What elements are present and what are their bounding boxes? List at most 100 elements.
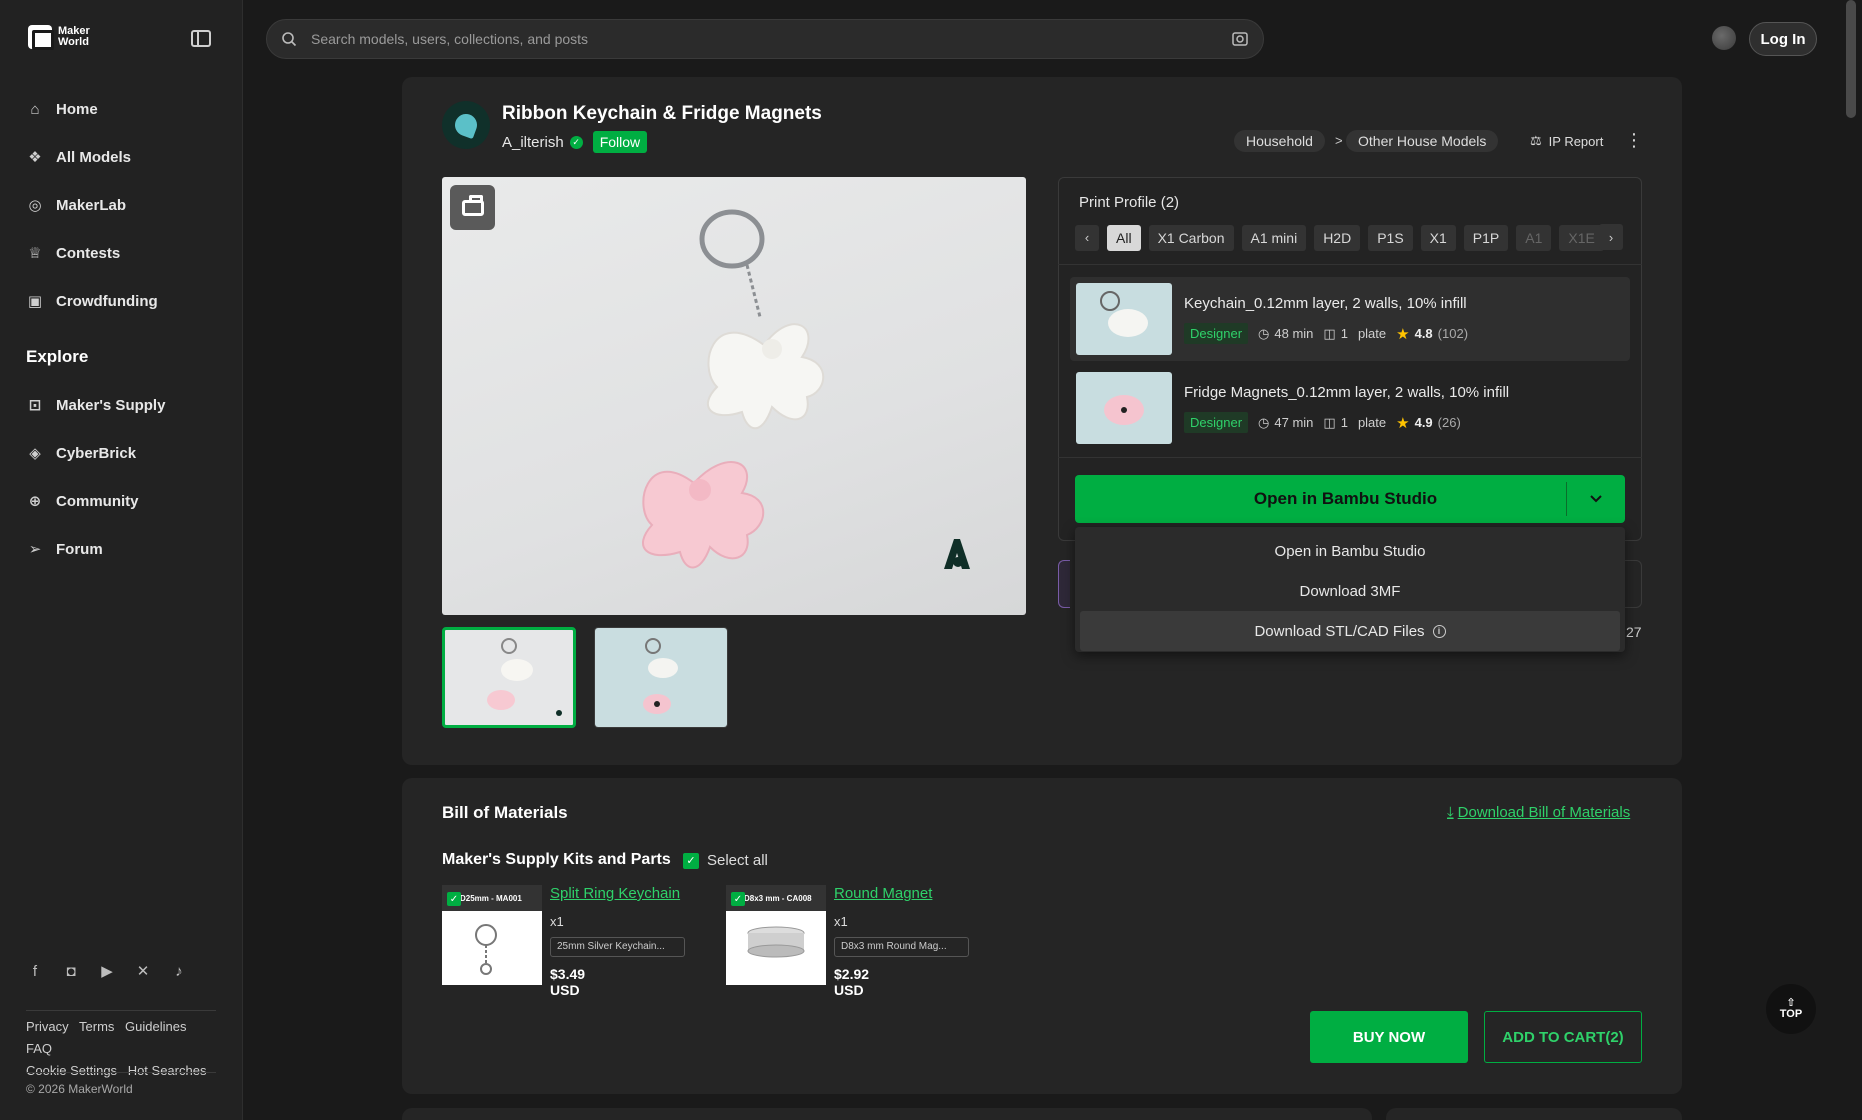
footer-link-guidelines[interactable]: Guidelines [125, 1019, 186, 1034]
trophy-icon: ♕ [28, 245, 42, 262]
designer-badge: Designer [1184, 412, 1249, 433]
page-scrollbar[interactable] [1846, 0, 1856, 118]
filter-chip-p1p[interactable]: P1P [1463, 224, 1509, 251]
makerworld-logo[interactable]: Maker World [28, 25, 98, 50]
partially-hidden-count: 27 [1626, 624, 1642, 640]
sidebar-item-home[interactable]: ⌂ Home [26, 89, 226, 129]
download-bom-link[interactable]: ⤓ Download Bill of Materials [1447, 804, 1630, 821]
dropdown-item-download-stl-cad[interactable]: Download STL/CAD Files i [1080, 611, 1620, 651]
plate-count-value: 1 [1340, 326, 1348, 341]
footer-link-privacy[interactable]: Privacy [26, 1019, 69, 1034]
filter-chip-h2d[interactable]: H2D [1314, 224, 1361, 251]
plate-count: ◫ 1 [1323, 326, 1348, 342]
author-avatar[interactable] [442, 101, 490, 149]
filter-chip-a1-mini[interactable]: A1 mini [1241, 224, 1307, 251]
model-main-image[interactable] [442, 177, 1026, 615]
sidebar-toggle-icon[interactable] [191, 30, 211, 47]
kit-option-select[interactable]: D8x3 mm Round Mag... [834, 937, 969, 957]
sidebar-item-crowdfunding[interactable]: ▣ Crowdfunding [26, 281, 226, 321]
add-to-cart-button[interactable]: ADD TO CART(2) [1484, 1011, 1642, 1063]
follow-button[interactable]: Follow [592, 131, 648, 153]
sidebar-item-cyberbrick[interactable]: ◈ CyberBrick [26, 433, 226, 473]
sidebar-item-label: Crowdfunding [56, 292, 158, 310]
profile-thumbnail-image [1076, 283, 1172, 355]
kit-image[interactable]: D25mm - MA001 ✓ [442, 885, 542, 985]
x-icon[interactable]: ✕ [134, 962, 152, 980]
search-input[interactable] [311, 31, 1217, 47]
filter-scroll-right-icon[interactable]: › [1599, 224, 1623, 250]
kit-price: $2.92 USD [834, 966, 870, 998]
sidebar-item-all-models[interactable]: ❖ All Models [26, 137, 226, 177]
profile-item-keychain[interactable]: Keychain_0.12mm layer, 2 walls, 10% infi… [1070, 277, 1630, 361]
designer-watermark-icon [944, 539, 970, 569]
dropdown-item-open-in-bambu-studio[interactable]: Open in Bambu Studio [1080, 531, 1620, 571]
back-to-top-button[interactable]: ⇧ TOP [1766, 984, 1816, 1034]
kit-name-link[interactable]: Split Ring Keychain [550, 885, 680, 902]
author-row: A_ilterish ✓ Follow [502, 131, 648, 153]
more-options-icon[interactable]: ⋮ [1625, 130, 1643, 151]
filter-chip-all[interactable]: All [1107, 224, 1141, 251]
open-in-bambu-studio-button[interactable]: Open in Bambu Studio [1075, 475, 1625, 523]
toolbox-button[interactable] [450, 185, 495, 230]
sidebar-item-forum[interactable]: ➢ Forum [26, 529, 226, 569]
buy-now-button[interactable]: BUY NOW [1310, 1011, 1468, 1063]
youtube-icon[interactable]: ▶ [98, 962, 116, 980]
search-bar[interactable] [266, 19, 1264, 59]
select-all-checkbox[interactable]: ✓ Select all [683, 852, 768, 869]
sidebar-item-label: Maker's Supply [56, 396, 166, 414]
kit-image[interactable]: D8x3 mm - CA008 ✓ [726, 885, 826, 985]
next-section-card [1386, 1108, 1682, 1120]
select-all-label: Select all [707, 852, 768, 869]
clock-icon: ◷ [1258, 414, 1270, 430]
kit-checkbox-icon[interactable]: ✓ [731, 892, 745, 906]
filter-chip-x1e[interactable]: X1E [1559, 224, 1604, 251]
plate-icon: ◫ [1323, 414, 1336, 430]
checkbox-checked-icon: ✓ [683, 852, 699, 869]
open-options-dropdown: Open in Bambu Studio Download 3MF Downlo… [1075, 527, 1625, 652]
dropdown-item-label: Download STL/CAD Files [1254, 622, 1425, 640]
thumbnail-2[interactable] [594, 627, 728, 728]
rating: ★ 4.9 (26) [1396, 414, 1461, 432]
dropdown-item-download-3mf[interactable]: Download 3MF [1080, 571, 1620, 611]
sidebar-item-contests[interactable]: ♕ Contests [26, 233, 226, 273]
login-button[interactable]: Log In [1749, 22, 1817, 56]
footer-link-faq[interactable]: FAQ [26, 1041, 52, 1056]
kits-title: Maker's Supply Kits and Parts [442, 851, 671, 868]
logo-text: Maker World [58, 25, 90, 48]
explore-heading: Explore [26, 347, 89, 366]
instagram-icon[interactable]: ◘ [62, 962, 80, 980]
tiktok-icon[interactable]: ♪ [170, 962, 188, 980]
filter-chip-a1[interactable]: A1 [1516, 224, 1552, 251]
footer-link-terms[interactable]: Terms [79, 1019, 114, 1034]
sidebar-item-makerlab[interactable]: ◎ MakerLab [26, 185, 226, 225]
sidebar-item-community[interactable]: ⊕ Community [26, 481, 226, 521]
breadcrumb-household[interactable]: Household [1234, 130, 1325, 152]
facebook-icon[interactable]: f [26, 962, 44, 980]
language-globe-icon[interactable] [1712, 26, 1736, 50]
author-name[interactable]: A_ilterish [502, 134, 564, 151]
sidebar-item-label: Contests [56, 244, 121, 262]
profile-item-fridge-magnets[interactable]: Fridge Magnets_0.12mm layer, 2 walls, 10… [1070, 366, 1630, 450]
makerlab-icon: ◎ [28, 197, 42, 214]
filter-chip-x1-carbon[interactable]: X1 Carbon [1148, 224, 1234, 251]
plate-label: plate [1357, 415, 1387, 430]
chevron-down-icon[interactable] [1567, 495, 1625, 503]
clock-icon: ◷ [1258, 325, 1270, 341]
filter-chip-x1[interactable]: X1 [1420, 224, 1456, 251]
kit-option-select[interactable]: 25mm Silver Keychain... [550, 937, 685, 957]
filter-scroll-left-icon[interactable]: ‹ [1075, 224, 1099, 251]
keychain-magnet-photo [642, 209, 825, 569]
info-icon[interactable]: i [1432, 624, 1446, 638]
image-search-icon[interactable] [1231, 30, 1249, 48]
kit-name-link[interactable]: Round Magnet [834, 885, 932, 902]
sidebar-item-makers-supply[interactable]: ⊡ Maker's Supply [26, 385, 226, 425]
kit-checkbox-icon[interactable]: ✓ [447, 892, 461, 906]
breadcrumb-other-house-models[interactable]: Other House Models [1346, 130, 1499, 152]
thumbnail-1[interactable] [442, 627, 576, 728]
plate-icon: ◫ [1323, 325, 1336, 341]
rating-count: (102) [1437, 326, 1469, 341]
models-icon: ❖ [28, 149, 42, 166]
ip-report-button[interactable]: ⚖ IP Report [1530, 133, 1603, 149]
filter-chip-p1s[interactable]: P1S [1368, 224, 1413, 251]
model-title: Ribbon Keychain & Fridge Magnets [502, 103, 822, 124]
